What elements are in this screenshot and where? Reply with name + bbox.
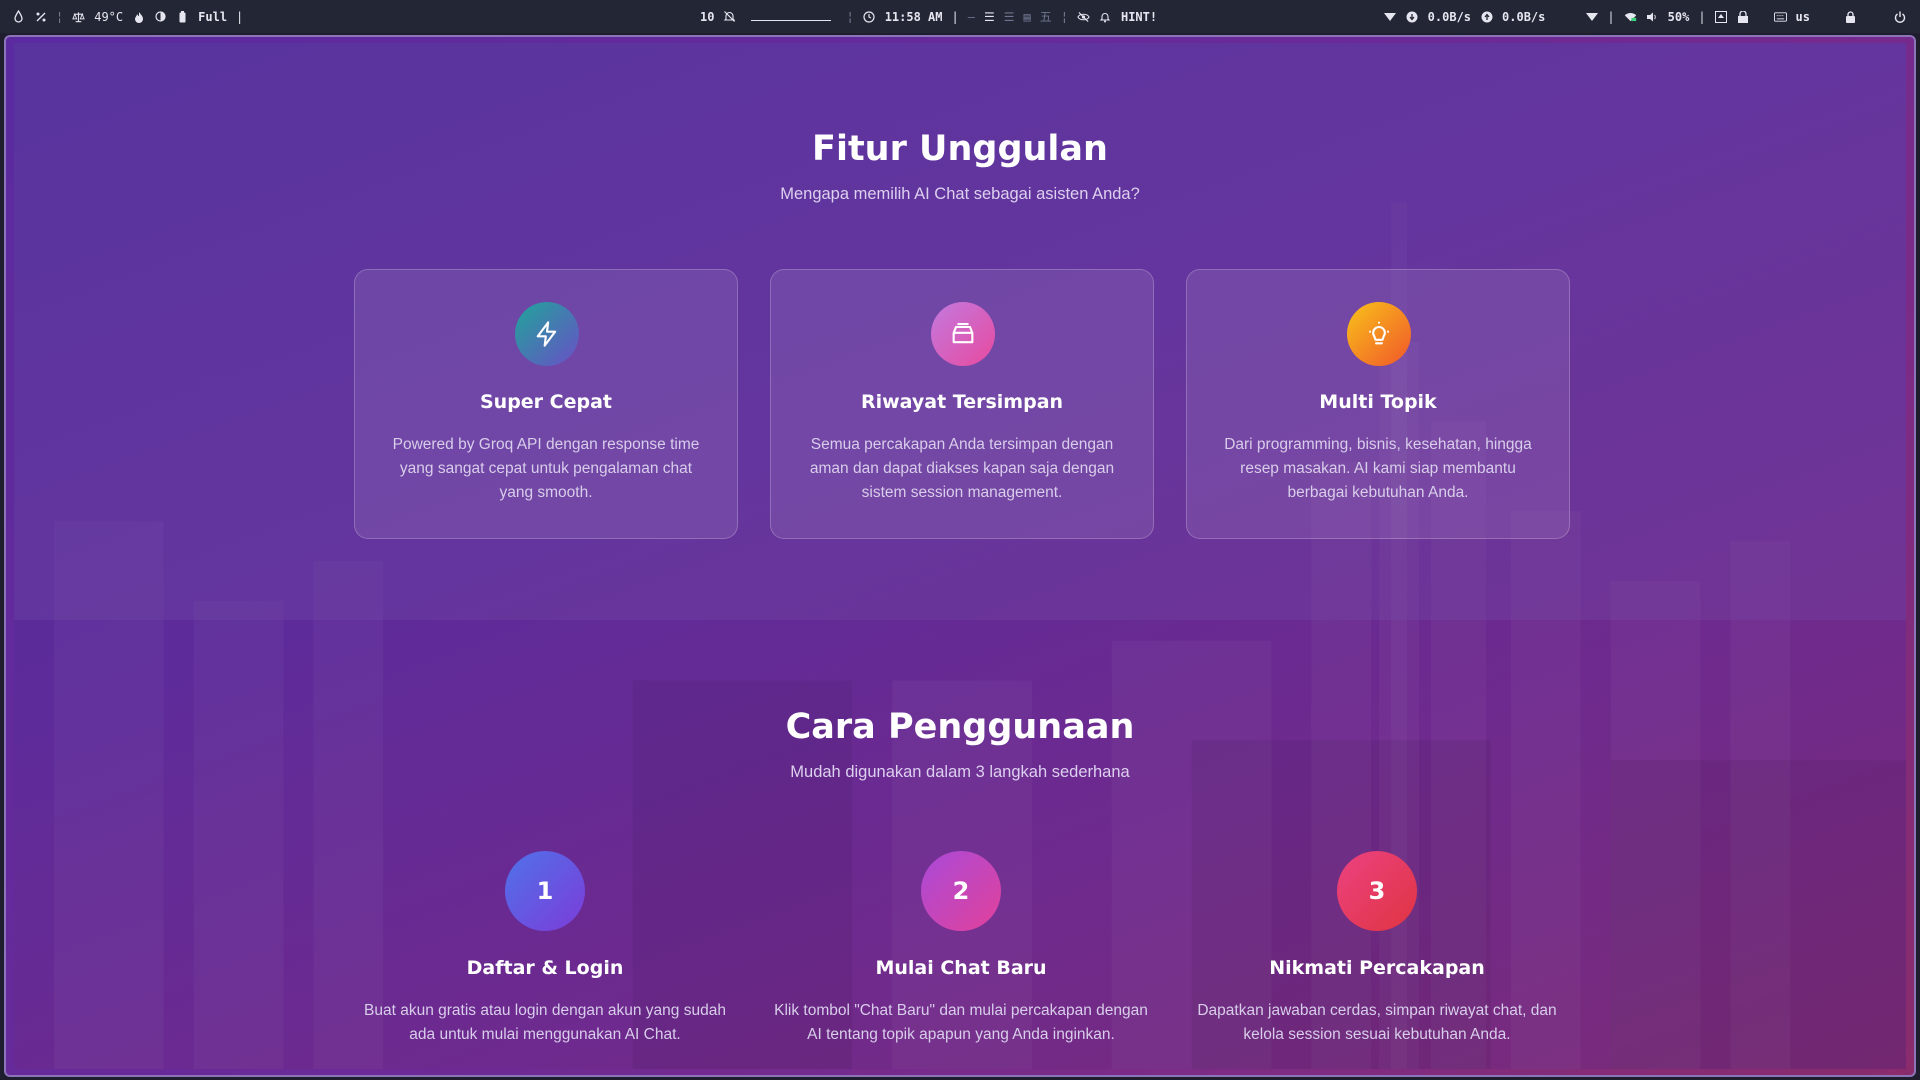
- keyboard-layout[interactable]: us: [1796, 10, 1810, 24]
- step-number-badge: 1: [505, 851, 585, 931]
- contrast-icon[interactable]: [154, 10, 167, 23]
- feature-card-riwayat-tersimpan: Riwayat Tersimpan Semua percakapan Anda …: [770, 269, 1154, 539]
- lightning-icon: [515, 302, 579, 366]
- notifications-off-icon[interactable]: [723, 10, 736, 23]
- feature-description: Powered by Groq API dengan response time…: [392, 436, 700, 501]
- flame-icon: [132, 10, 145, 23]
- page-viewport[interactable]: Fitur Unggulan Mengapa memilih AI Chat s…: [14, 43, 1906, 1069]
- volume-icon[interactable]: [1646, 10, 1659, 23]
- step-description: Dapatkan jawaban cerdas, simpan riwayat …: [1197, 1002, 1557, 1043]
- features-section: Fitur Unggulan Mengapa memilih AI Chat s…: [14, 43, 1906, 620]
- step-title: Mulai Chat Baru: [875, 957, 1047, 979]
- step-description: Klik tombol "Chat Baru" dan mulai percak…: [774, 1002, 1148, 1043]
- status-bar-center: 10 ¦ 11:58 AM | — ☰ ☰ ▤ 五 ¦ HINT!: [700, 0, 1157, 33]
- scale-icon: [72, 10, 85, 23]
- separator: |: [236, 9, 244, 24]
- upload-speed: 0.0B/s: [1502, 9, 1546, 24]
- feature-title: Riwayat Tersimpan: [860, 391, 1064, 413]
- feature-description: Semua percakapan Anda tersimpan dengan a…: [809, 436, 1115, 501]
- step-number-badge: 2: [921, 851, 1001, 931]
- capslock-icon: [1715, 10, 1728, 23]
- workspace-indicator-5[interactable]: 五: [1040, 8, 1052, 25]
- clock-icon: [863, 10, 876, 23]
- separator: ¦: [56, 9, 64, 24]
- workspace-number[interactable]: 10: [700, 10, 714, 24]
- upload-icon: [1480, 10, 1493, 23]
- features-title: Fitur Unggulan: [812, 129, 1108, 169]
- step-2: 2 Mulai Chat Baru Klik tombol "Chat Baru…: [771, 851, 1151, 1051]
- step-description: Buat akun gratis atau login dengan akun …: [364, 1002, 726, 1043]
- step-3: 3 Nikmati Percakapan Dapatkan jawaban ce…: [1187, 851, 1567, 1051]
- download-icon: [1406, 10, 1419, 23]
- steps-title: Cara Penggunaan: [785, 707, 1135, 747]
- window-title-placeholder: [751, 13, 832, 21]
- status-bar-left: ¦ 49°C Full |: [12, 0, 243, 33]
- status-bar: ¦ 49°C Full | 10 ¦ 11:58 AM | — ☰ ☰ ▤ 五 …: [0, 0, 1920, 33]
- workspace-indicator-2[interactable]: ☰: [984, 10, 995, 24]
- percent-icon[interactable]: [34, 10, 47, 23]
- separator: ¦: [846, 9, 854, 24]
- feature-card-super-cepat: Super Cepat Powered by Groq API dengan r…: [354, 269, 738, 539]
- feature-title: Multi Topik: [1319, 391, 1437, 413]
- workspace-indicator-4[interactable]: ▤: [1023, 10, 1030, 24]
- browser-window: Fitur Unggulan Mengapa memilih AI Chat s…: [4, 35, 1916, 1077]
- droplet-icon[interactable]: [12, 10, 25, 23]
- separator: |: [951, 9, 959, 24]
- steps-subtitle: Mudah digunakan dalam 3 langkah sederhan…: [790, 763, 1130, 781]
- features-subtitle: Mengapa memilih AI Chat sebagai asisten …: [780, 185, 1140, 203]
- lightbulb-icon: [1347, 302, 1411, 366]
- clock-time[interactable]: 11:58 AM: [885, 10, 943, 24]
- eye-off-icon[interactable]: [1077, 10, 1090, 23]
- separator: ¦: [1060, 9, 1068, 24]
- feature-description: Dari programming, bisnis, kesehatan, hin…: [1224, 436, 1532, 501]
- cpu-temperature: 49°C: [94, 9, 124, 24]
- keyboard-icon: [1773, 10, 1787, 23]
- status-bar-right: 0.0B/s 0.0B/s | 50% | us: [1384, 0, 1906, 33]
- numlock-icon: [1737, 10, 1750, 23]
- step-number-badge: 3: [1337, 851, 1417, 931]
- battery-icon: [176, 10, 189, 23]
- workspace-indicator-3[interactable]: ☰: [1004, 10, 1015, 24]
- wifi-icon: [1384, 10, 1397, 23]
- volume-level[interactable]: 50%: [1668, 10, 1690, 24]
- separator: |: [1607, 9, 1615, 24]
- feature-title: Super Cepat: [479, 391, 613, 413]
- hint-label[interactable]: HINT!: [1121, 10, 1157, 24]
- step-title: Nikmati Percakapan: [1269, 957, 1485, 979]
- archive-icon: [931, 302, 995, 366]
- feature-card-multi-topik: Multi Topik Dari programming, bisnis, ke…: [1186, 269, 1570, 539]
- wifi-signal-icon[interactable]: [1585, 10, 1598, 23]
- bell-icon[interactable]: [1099, 10, 1112, 23]
- lock-icon[interactable]: [1844, 10, 1857, 23]
- separator: |: [1698, 9, 1706, 24]
- power-mode[interactable]: Full: [198, 10, 227, 24]
- power-icon[interactable]: [1893, 10, 1906, 23]
- step-title: Daftar & Login: [466, 957, 624, 979]
- workspace-indicator-1[interactable]: —: [968, 10, 975, 24]
- network-icon[interactable]: [1624, 10, 1637, 23]
- step-1: 1 Daftar & Login Buat akun gratis atau l…: [355, 851, 735, 1051]
- download-speed: 0.0B/s: [1427, 9, 1472, 24]
